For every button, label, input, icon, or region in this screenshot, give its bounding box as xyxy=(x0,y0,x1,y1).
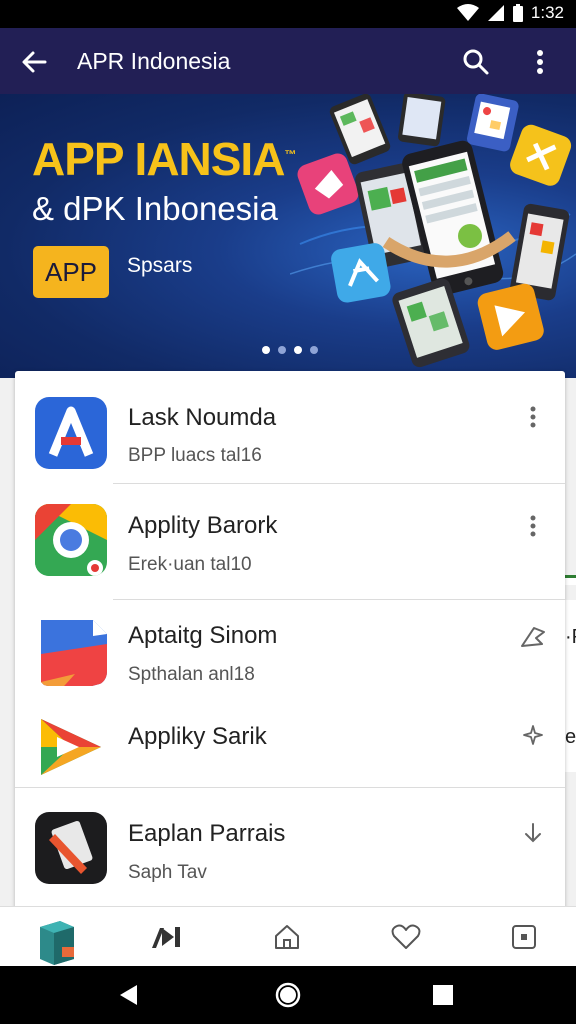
signal-icon xyxy=(487,5,504,21)
page-title: APR Indonesia xyxy=(77,48,231,74)
list-item[interactable]: Lask Noumda BPP luacs tal16 xyxy=(15,371,565,483)
app-name: Eaplan Parrais xyxy=(128,820,286,847)
app-name: Appliky Sarik xyxy=(128,723,267,750)
edge-peek-card: el xyxy=(565,712,576,772)
status-bar: 1:32 xyxy=(0,0,576,28)
more-options-button[interactable] xyxy=(520,42,560,82)
app-icon xyxy=(35,504,107,576)
home-circle-icon xyxy=(275,982,301,1008)
banner-chip-caption: Spsars xyxy=(127,254,193,277)
banner-title: APP IANSIA™ xyxy=(32,133,296,185)
status-time: 1:32 xyxy=(530,3,564,22)
carousel-dot[interactable] xyxy=(262,346,270,354)
app-icon xyxy=(35,614,107,686)
app-more-button[interactable] xyxy=(515,508,551,544)
app-subtitle: Erek·uan tal10 xyxy=(128,554,252,575)
more-vert-icon xyxy=(530,515,536,537)
banner-chip: APP xyxy=(33,246,109,298)
system-recents-button[interactable] xyxy=(428,980,458,1010)
play-triangle-icon xyxy=(41,719,101,775)
list-item[interactable]: Aptaitg Sinom Spthalan anl18 xyxy=(15,600,565,700)
search-button[interactable] xyxy=(456,42,496,82)
nav-apps[interactable] xyxy=(30,913,82,965)
status-icons: 1:32 xyxy=(456,3,564,23)
more-vert-icon xyxy=(530,406,536,428)
nav-home[interactable] xyxy=(267,917,307,957)
app-icon xyxy=(35,711,107,783)
document-pen-icon xyxy=(35,812,107,884)
app-share-button[interactable] xyxy=(515,618,551,654)
carousel-dot[interactable] xyxy=(278,346,286,354)
nav-favorites[interactable] xyxy=(386,917,426,957)
app-name: Applity Barork xyxy=(128,512,278,539)
back-arrow-icon xyxy=(22,51,47,73)
folded-letter-icon xyxy=(41,620,107,686)
app-action-button[interactable] xyxy=(515,717,551,753)
app-name: Lask Noumda xyxy=(128,404,277,431)
app-more-button[interactable] xyxy=(515,399,551,435)
bottom-navigation xyxy=(0,906,576,966)
app-icon xyxy=(35,812,107,884)
square-icon xyxy=(512,925,536,949)
app-name: Aptaitg Sinom xyxy=(128,622,278,649)
system-navigation xyxy=(0,966,576,1024)
app-subtitle: Saph Tav xyxy=(128,862,207,883)
letter-a-icon xyxy=(35,397,107,469)
app-subtitle: BPP luacs tal16 xyxy=(128,445,262,466)
app-bar: APR Indonesia xyxy=(0,28,576,94)
system-home-button[interactable] xyxy=(273,980,303,1010)
back-triangle-icon xyxy=(120,985,137,1005)
system-back-button[interactable] xyxy=(114,980,144,1010)
app-list-card: Lask Noumda BPP luacs tal16 Applity Baro… xyxy=(15,371,565,911)
edge-peek-card: ·P xyxy=(565,600,576,720)
chrome-like-icon xyxy=(35,504,107,576)
banner-illustration xyxy=(290,94,576,368)
back-button[interactable] xyxy=(14,42,54,82)
home-icon xyxy=(275,925,299,949)
list-item[interactable]: Appliky Sarik xyxy=(15,701,565,787)
download-icon xyxy=(525,823,541,843)
nav-square[interactable] xyxy=(504,917,544,957)
battery-icon xyxy=(512,4,523,22)
search-icon xyxy=(463,49,489,75)
heart-icon xyxy=(391,924,421,949)
list-item[interactable]: Eaplan Parrais Saph Tav xyxy=(15,788,565,911)
apps-icon xyxy=(40,921,74,965)
sparkle-icon xyxy=(523,725,543,745)
app-subtitle: Spthalan anl18 xyxy=(128,664,255,685)
nav-media[interactable] xyxy=(146,917,186,957)
share-arrow-icon xyxy=(521,627,545,647)
media-icon xyxy=(152,927,180,948)
promo-banner[interactable]: APP IANSIA™ & dPK Inbonesia APP Spsars xyxy=(0,94,576,378)
edge-peek-card xyxy=(565,575,576,585)
recents-square-icon xyxy=(433,985,453,1005)
list-item[interactable]: Applity Barork Erek·uan tal10 xyxy=(15,484,565,599)
carousel-dot[interactable] xyxy=(294,346,302,354)
app-download-button[interactable] xyxy=(515,816,551,852)
carousel-dots[interactable] xyxy=(262,346,318,354)
banner-subtitle: & dPK Inbonesia xyxy=(32,190,278,227)
carousel-dot[interactable] xyxy=(310,346,318,354)
wifi-icon xyxy=(456,4,479,21)
more-vert-icon xyxy=(537,50,543,74)
app-icon xyxy=(35,397,107,469)
